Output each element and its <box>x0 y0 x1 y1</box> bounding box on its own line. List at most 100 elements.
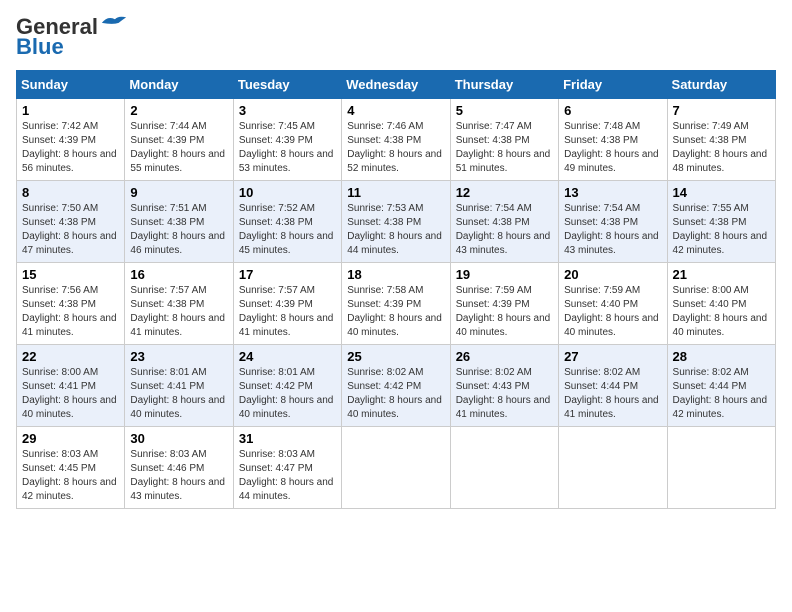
day-info: Sunrise: 8:02 AM Sunset: 4:43 PM Dayligh… <box>456 366 553 422</box>
day-info: Sunrise: 7:53 AM Sunset: 4:38 PM Dayligh… <box>347 202 444 258</box>
day-info: Sunrise: 7:57 AM Sunset: 4:38 PM Dayligh… <box>130 284 227 340</box>
day-info: Sunrise: 8:00 AM Sunset: 4:40 PM Dayligh… <box>673 284 770 340</box>
day-info: Sunrise: 7:47 AM Sunset: 4:38 PM Dayligh… <box>456 120 553 176</box>
day-info: Sunrise: 7:46 AM Sunset: 4:38 PM Dayligh… <box>347 120 444 176</box>
day-info: Sunrise: 8:03 AM Sunset: 4:47 PM Dayligh… <box>239 448 336 504</box>
day-number: 19 <box>456 267 553 282</box>
calendar-cell: 25 Sunrise: 8:02 AM Sunset: 4:42 PM Dayl… <box>342 345 450 427</box>
calendar-cell: 20 Sunrise: 7:59 AM Sunset: 4:40 PM Dayl… <box>559 263 667 345</box>
day-info: Sunrise: 7:50 AM Sunset: 4:38 PM Dayligh… <box>22 202 119 258</box>
calendar-cell: 6 Sunrise: 7:48 AM Sunset: 4:38 PM Dayli… <box>559 99 667 181</box>
calendar-cell: 10 Sunrise: 7:52 AM Sunset: 4:38 PM Dayl… <box>233 181 341 263</box>
day-info: Sunrise: 8:00 AM Sunset: 4:41 PM Dayligh… <box>22 366 119 422</box>
logo-bird-icon <box>100 13 128 31</box>
calendar-week-2: 8 Sunrise: 7:50 AM Sunset: 4:38 PM Dayli… <box>17 181 776 263</box>
day-info: Sunrise: 7:58 AM Sunset: 4:39 PM Dayligh… <box>347 284 444 340</box>
day-number: 2 <box>130 103 227 118</box>
day-number: 29 <box>22 431 119 446</box>
day-number: 25 <box>347 349 444 364</box>
day-number: 10 <box>239 185 336 200</box>
calendar-week-1: 1 Sunrise: 7:42 AM Sunset: 4:39 PM Dayli… <box>17 99 776 181</box>
logo: General Blue <box>16 16 128 60</box>
logo-text-blue: Blue <box>16 34 64 60</box>
day-number: 21 <box>673 267 770 282</box>
day-info: Sunrise: 8:03 AM Sunset: 4:46 PM Dayligh… <box>130 448 227 504</box>
calendar-cell: 13 Sunrise: 7:54 AM Sunset: 4:38 PM Dayl… <box>559 181 667 263</box>
weekday-tuesday: Tuesday <box>233 71 341 99</box>
calendar-week-5: 29 Sunrise: 8:03 AM Sunset: 4:45 PM Dayl… <box>17 427 776 509</box>
day-number: 8 <box>22 185 119 200</box>
calendar-week-3: 15 Sunrise: 7:56 AM Sunset: 4:38 PM Dayl… <box>17 263 776 345</box>
calendar-cell: 16 Sunrise: 7:57 AM Sunset: 4:38 PM Dayl… <box>125 263 233 345</box>
calendar-cell: 31 Sunrise: 8:03 AM Sunset: 4:47 PM Dayl… <box>233 427 341 509</box>
day-info: Sunrise: 7:42 AM Sunset: 4:39 PM Dayligh… <box>22 120 119 176</box>
day-info: Sunrise: 8:03 AM Sunset: 4:45 PM Dayligh… <box>22 448 119 504</box>
calendar-cell: 14 Sunrise: 7:55 AM Sunset: 4:38 PM Dayl… <box>667 181 775 263</box>
weekday-wednesday: Wednesday <box>342 71 450 99</box>
calendar-cell: 11 Sunrise: 7:53 AM Sunset: 4:38 PM Dayl… <box>342 181 450 263</box>
day-number: 3 <box>239 103 336 118</box>
calendar-cell: 15 Sunrise: 7:56 AM Sunset: 4:38 PM Dayl… <box>17 263 125 345</box>
day-number: 31 <box>239 431 336 446</box>
calendar-cell: 24 Sunrise: 8:01 AM Sunset: 4:42 PM Dayl… <box>233 345 341 427</box>
calendar-cell: 27 Sunrise: 8:02 AM Sunset: 4:44 PM Dayl… <box>559 345 667 427</box>
day-info: Sunrise: 8:02 AM Sunset: 4:42 PM Dayligh… <box>347 366 444 422</box>
day-number: 12 <box>456 185 553 200</box>
day-info: Sunrise: 7:59 AM Sunset: 4:40 PM Dayligh… <box>564 284 661 340</box>
day-number: 18 <box>347 267 444 282</box>
calendar-cell: 19 Sunrise: 7:59 AM Sunset: 4:39 PM Dayl… <box>450 263 558 345</box>
calendar-cell <box>559 427 667 509</box>
weekday-saturday: Saturday <box>667 71 775 99</box>
calendar-cell: 30 Sunrise: 8:03 AM Sunset: 4:46 PM Dayl… <box>125 427 233 509</box>
calendar-cell <box>667 427 775 509</box>
day-info: Sunrise: 7:48 AM Sunset: 4:38 PM Dayligh… <box>564 120 661 176</box>
day-info: Sunrise: 7:51 AM Sunset: 4:38 PM Dayligh… <box>130 202 227 258</box>
day-info: Sunrise: 8:02 AM Sunset: 4:44 PM Dayligh… <box>564 366 661 422</box>
calendar-cell: 12 Sunrise: 7:54 AM Sunset: 4:38 PM Dayl… <box>450 181 558 263</box>
day-number: 24 <box>239 349 336 364</box>
calendar-cell: 3 Sunrise: 7:45 AM Sunset: 4:39 PM Dayli… <box>233 99 341 181</box>
calendar-cell: 28 Sunrise: 8:02 AM Sunset: 4:44 PM Dayl… <box>667 345 775 427</box>
calendar-body: 1 Sunrise: 7:42 AM Sunset: 4:39 PM Dayli… <box>17 99 776 509</box>
day-number: 11 <box>347 185 444 200</box>
day-number: 22 <box>22 349 119 364</box>
weekday-sunday: Sunday <box>17 71 125 99</box>
weekday-monday: Monday <box>125 71 233 99</box>
day-number: 26 <box>456 349 553 364</box>
day-info: Sunrise: 7:55 AM Sunset: 4:38 PM Dayligh… <box>673 202 770 258</box>
calendar-cell: 9 Sunrise: 7:51 AM Sunset: 4:38 PM Dayli… <box>125 181 233 263</box>
day-number: 7 <box>673 103 770 118</box>
calendar-cell: 21 Sunrise: 8:00 AM Sunset: 4:40 PM Dayl… <box>667 263 775 345</box>
day-info: Sunrise: 8:01 AM Sunset: 4:42 PM Dayligh… <box>239 366 336 422</box>
day-number: 30 <box>130 431 227 446</box>
calendar-cell: 18 Sunrise: 7:58 AM Sunset: 4:39 PM Dayl… <box>342 263 450 345</box>
day-info: Sunrise: 8:02 AM Sunset: 4:44 PM Dayligh… <box>673 366 770 422</box>
day-info: Sunrise: 7:49 AM Sunset: 4:38 PM Dayligh… <box>673 120 770 176</box>
weekday-header-row: SundayMondayTuesdayWednesdayThursdayFrid… <box>17 71 776 99</box>
day-info: Sunrise: 7:54 AM Sunset: 4:38 PM Dayligh… <box>456 202 553 258</box>
day-number: 20 <box>564 267 661 282</box>
day-number: 4 <box>347 103 444 118</box>
calendar-cell: 17 Sunrise: 7:57 AM Sunset: 4:39 PM Dayl… <box>233 263 341 345</box>
calendar-cell: 8 Sunrise: 7:50 AM Sunset: 4:38 PM Dayli… <box>17 181 125 263</box>
day-number: 14 <box>673 185 770 200</box>
calendar-cell: 29 Sunrise: 8:03 AM Sunset: 4:45 PM Dayl… <box>17 427 125 509</box>
calendar-cell: 4 Sunrise: 7:46 AM Sunset: 4:38 PM Dayli… <box>342 99 450 181</box>
calendar-cell <box>450 427 558 509</box>
weekday-friday: Friday <box>559 71 667 99</box>
day-info: Sunrise: 8:01 AM Sunset: 4:41 PM Dayligh… <box>130 366 227 422</box>
day-number: 28 <box>673 349 770 364</box>
day-info: Sunrise: 7:56 AM Sunset: 4:38 PM Dayligh… <box>22 284 119 340</box>
day-number: 27 <box>564 349 661 364</box>
day-info: Sunrise: 7:52 AM Sunset: 4:38 PM Dayligh… <box>239 202 336 258</box>
calendar-cell: 5 Sunrise: 7:47 AM Sunset: 4:38 PM Dayli… <box>450 99 558 181</box>
day-info: Sunrise: 7:59 AM Sunset: 4:39 PM Dayligh… <box>456 284 553 340</box>
day-info: Sunrise: 7:45 AM Sunset: 4:39 PM Dayligh… <box>239 120 336 176</box>
weekday-thursday: Thursday <box>450 71 558 99</box>
day-number: 9 <box>130 185 227 200</box>
day-number: 23 <box>130 349 227 364</box>
calendar-cell <box>342 427 450 509</box>
day-info: Sunrise: 7:54 AM Sunset: 4:38 PM Dayligh… <box>564 202 661 258</box>
calendar-cell: 26 Sunrise: 8:02 AM Sunset: 4:43 PM Dayl… <box>450 345 558 427</box>
calendar-week-4: 22 Sunrise: 8:00 AM Sunset: 4:41 PM Dayl… <box>17 345 776 427</box>
